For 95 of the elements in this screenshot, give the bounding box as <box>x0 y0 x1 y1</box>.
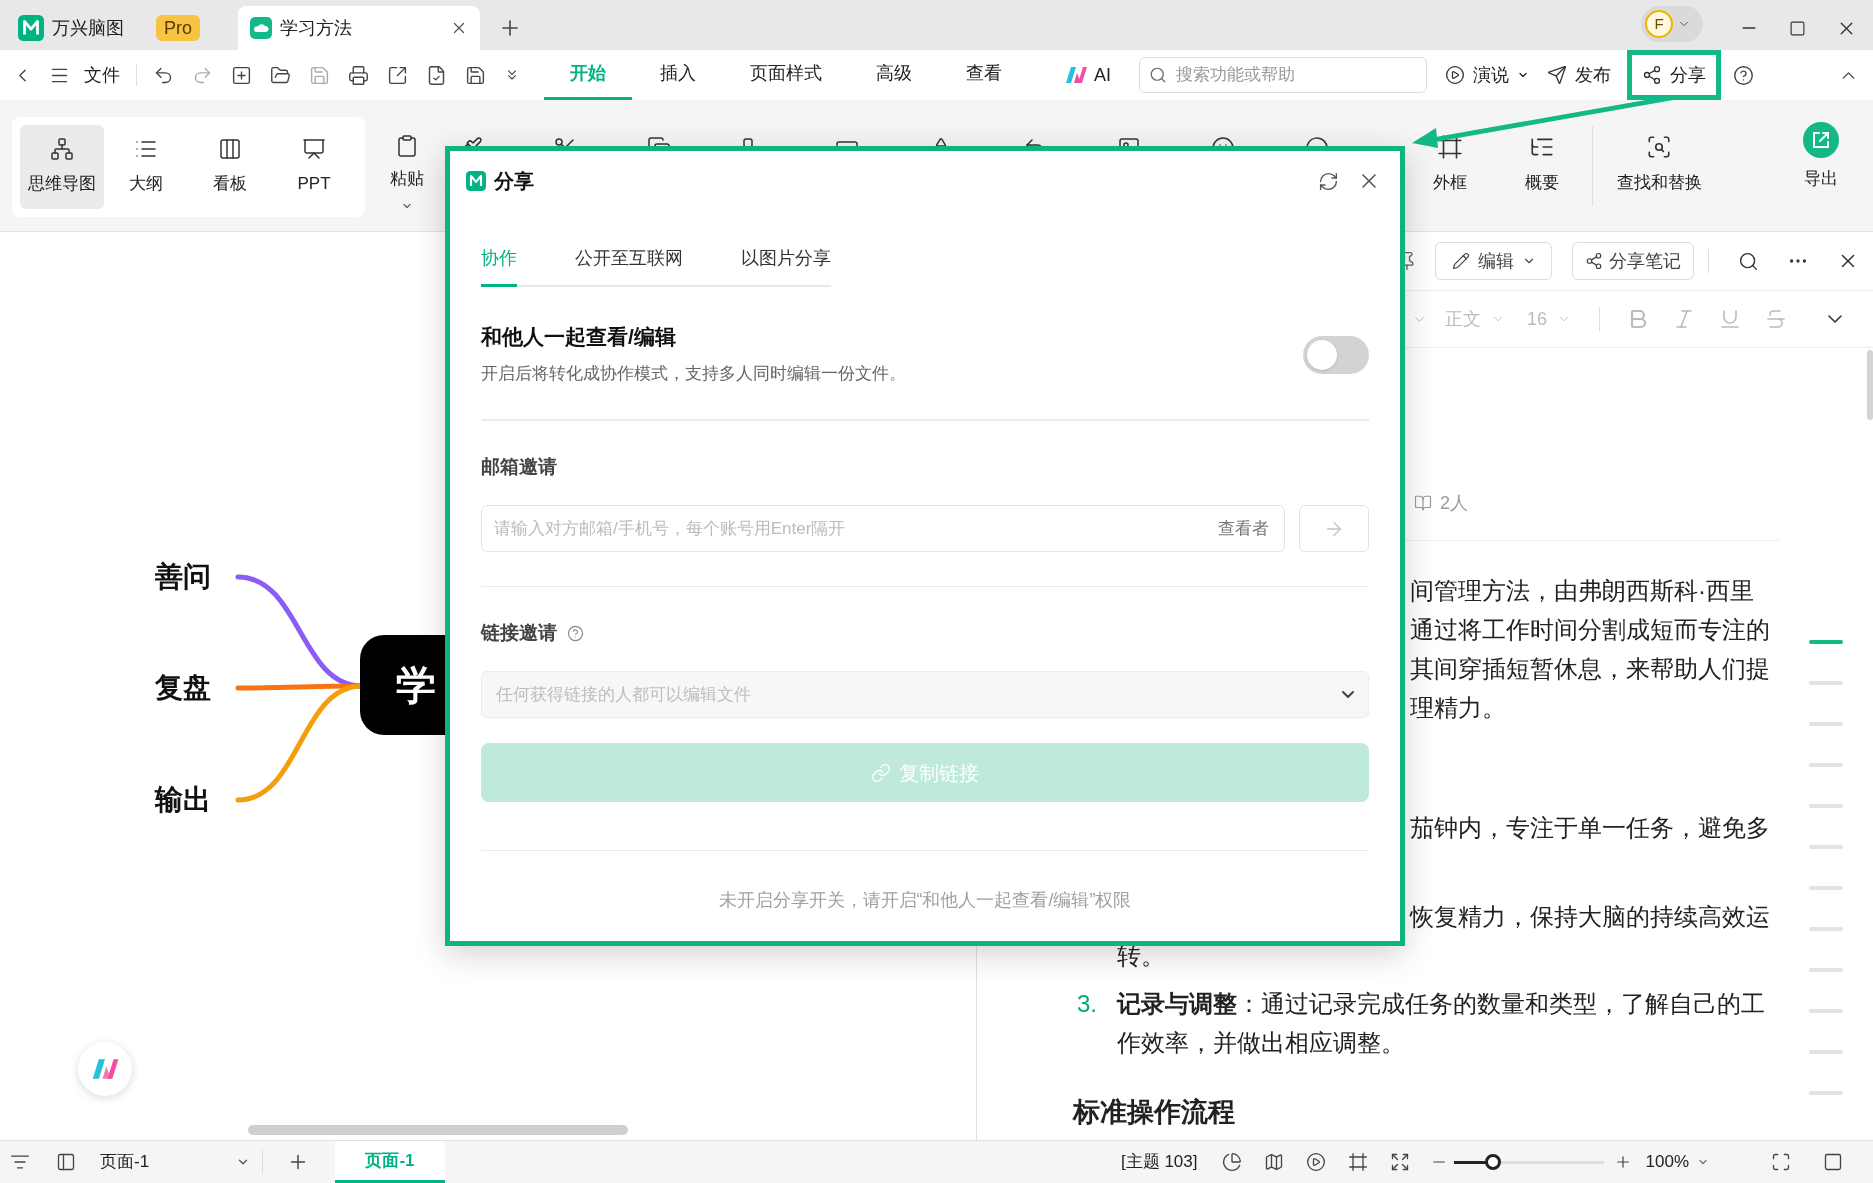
zoom-slider[interactable] <box>1453 1152 1604 1172</box>
ribbon-button[interactable]: 查找和替换 <box>1597 100 1721 196</box>
page-dropdown[interactable]: 页面-1 <box>100 1149 250 1175</box>
paste-button[interactable]: 粘贴 <box>377 100 437 212</box>
columns-icon <box>218 137 242 162</box>
text-line: 间管理方法，由弗朗西斯科·西里 <box>1410 576 1754 606</box>
dialog-tab[interactable]: 公开至互联网 <box>575 232 683 287</box>
ai-logo-icon <box>1064 66 1088 84</box>
section-description: 开启后将转化成协作模式，支持多人同时编辑一份文件。 <box>481 363 906 385</box>
presentation-icon <box>302 137 326 162</box>
horizontal-scrollbar[interactable] <box>248 1125 628 1135</box>
account-button[interactable]: F <box>1641 6 1703 42</box>
document-tab[interactable]: 学习方法 <box>238 6 480 50</box>
section-title: 邮箱邀请 <box>481 455 557 479</box>
share-hint: 未开启分享开关，请开启“和他人一起查看/编辑”权限 <box>718 889 1132 912</box>
topic-label[interactable]: 输出 <box>155 782 211 818</box>
find-replace-icon <box>1646 134 1672 160</box>
list-number: 3. <box>1077 989 1098 1019</box>
play-circle-icon <box>1445 65 1465 85</box>
file-menu[interactable]: 文件 <box>84 61 120 89</box>
view-mode-button[interactable]: 思维导图 <box>20 125 104 209</box>
panel-icon[interactable] <box>56 1152 76 1172</box>
zoom-dropdown[interactable]: 100% <box>1645 1149 1709 1175</box>
section-heading: 标准操作流程 <box>1073 1096 1235 1129</box>
fullscreen-icon[interactable] <box>1771 1152 1791 1172</box>
search-icon[interactable] <box>1738 250 1759 272</box>
panel-toggle-icon[interactable] <box>1823 1152 1843 1172</box>
view-mode-button[interactable]: 看板 <box>188 125 272 209</box>
save-as-icon[interactable] <box>465 64 486 86</box>
book-icon <box>1414 494 1432 512</box>
view-mode-button[interactable]: PPT <box>272 125 356 209</box>
refresh-icon[interactable] <box>1318 170 1339 192</box>
maximize-icon[interactable] <box>1789 19 1806 37</box>
link-icon <box>871 762 891 783</box>
role-selector[interactable]: 查看者 <box>1218 516 1269 542</box>
mind-map-icon <box>50 137 74 162</box>
outline-marker[interactable] <box>1809 640 1843 644</box>
topic-count: [主题 103] <box>1120 1151 1198 1174</box>
vertical-scrollbar[interactable] <box>1867 350 1873 420</box>
ribbon-button[interactable]: 外框 <box>1404 100 1496 196</box>
map-icon[interactable] <box>1263 1152 1284 1172</box>
text-line: 转。 <box>1117 941 1165 971</box>
export-button[interactable]: 导出 <box>1781 100 1861 192</box>
fit-icon[interactable] <box>1347 1152 1368 1172</box>
topic-label[interactable]: 善问 <box>155 559 211 595</box>
app-name: 万兴脑图 <box>52 16 124 40</box>
cloud-file-icon <box>250 17 272 39</box>
clipboard-icon <box>395 134 419 158</box>
view-mode-button[interactable]: 大纲 <box>104 125 188 209</box>
send-icon <box>1547 65 1567 85</box>
search-field[interactable]: 搜索功能或帮助 <box>1139 57 1427 93</box>
help-icon[interactable] <box>1733 64 1754 86</box>
collaboration-toggle[interactable] <box>1303 335 1369 374</box>
menu-tab[interactable]: 插入 <box>634 50 722 100</box>
caret-icon <box>1342 691 1354 698</box>
edit-mode-button[interactable]: 编辑 <box>1435 242 1552 280</box>
pie-chart-icon[interactable] <box>1221 1152 1242 1172</box>
app-logo-icon <box>466 171 486 191</box>
export-icon <box>1803 122 1839 158</box>
text-line: 理精力。 <box>1410 693 1506 723</box>
pencil-icon <box>1451 252 1470 270</box>
ai-button[interactable]: AI <box>1094 61 1111 89</box>
topic-label[interactable]: 复盘 <box>155 670 211 706</box>
ribbon-button[interactable]: 概要 <box>1496 100 1588 196</box>
frame-icon <box>1437 134 1463 160</box>
list-item-text: 记录与调整：通过记录完成任务的数量和类型，了解自己的工作效率，并做出相应调整。 <box>1117 989 1766 1058</box>
text-line: 茄钟内，专注于单一任务，避免多 <box>1410 813 1770 843</box>
share-note-button[interactable]: 分享笔记 <box>1572 242 1694 280</box>
new-file-icon[interactable] <box>231 64 252 86</box>
text-line: 其间穿插短暂休息，来帮助人们提 <box>1410 654 1770 684</box>
menu-tab[interactable]: 高级 <box>850 50 938 100</box>
play-icon[interactable] <box>1305 1152 1326 1172</box>
export-icon[interactable] <box>387 64 408 86</box>
expand-icon[interactable] <box>1389 1152 1410 1172</box>
text-line: 恢复精力，保持大脑的持续高效运 <box>1410 902 1770 932</box>
menu-tab[interactable]: 查看 <box>940 50 1028 100</box>
pro-badge: Pro <box>156 15 200 41</box>
readers-count: 2人 <box>1440 491 1468 515</box>
folder-icon[interactable] <box>270 64 291 86</box>
share-icon <box>1585 252 1603 270</box>
search-icon <box>1149 66 1167 84</box>
section-title: 和他人一起查看/编辑 <box>481 324 677 350</box>
menu-tab[interactable]: 页面样式 <box>724 50 848 100</box>
share-icon <box>1642 65 1662 85</box>
toolbar-button[interactable]: 发布 <box>1545 55 1613 95</box>
dialog-title: 分享 <box>494 169 534 194</box>
dialog-tab[interactable]: 以图片分享 <box>741 232 831 287</box>
app-logo-icon <box>18 15 44 41</box>
text-line: 通过将工作时间分割成短而专注的 <box>1410 615 1770 645</box>
print-icon[interactable] <box>348 64 369 86</box>
ai-logo-icon <box>90 1058 120 1080</box>
ai-assistant-button[interactable] <box>78 1042 132 1096</box>
checked-file-icon[interactable] <box>426 64 447 86</box>
user-avatar: F <box>1645 10 1673 38</box>
toolbar-button[interactable]: 演说 <box>1443 55 1531 95</box>
